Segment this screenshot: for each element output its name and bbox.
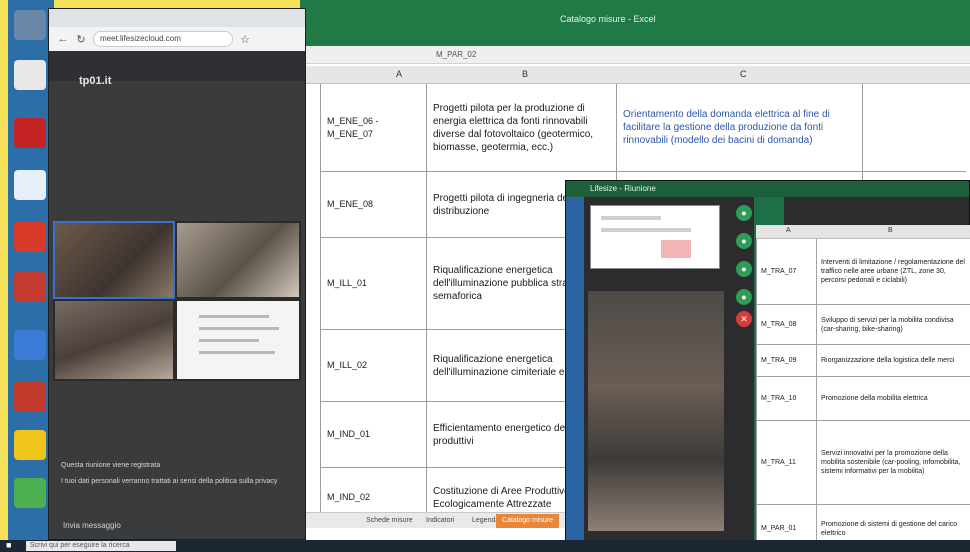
doc-line <box>199 315 269 318</box>
cell-description[interactable]: Servizi innovativi per la promozione del… <box>816 421 970 504</box>
table-row: M_TRA_08 Sviluppo di servizi per la mobi… <box>756 305 970 345</box>
recording-notice: Questa riunione viene registrata I tuoi … <box>61 461 295 487</box>
chrome-icon[interactable] <box>14 430 46 460</box>
excel-ribbon: Catalogo misure - Excel <box>300 0 970 46</box>
acrobat-icon[interactable] <box>14 118 46 148</box>
formula-content: M_PAR_02 <box>436 50 477 59</box>
cell-code[interactable]: M_ENE_08 <box>320 172 426 237</box>
screen: Catalogo misure - Excel M_PAR_02 A B C M… <box>0 0 970 552</box>
document-icon[interactable] <box>14 60 46 90</box>
cell-code[interactable]: M_ILL_02 <box>320 330 426 401</box>
browser-tab-strip <box>49 9 305 27</box>
formula-bar[interactable]: M_PAR_02 <box>300 46 970 64</box>
column-header[interactable]: A <box>396 69 402 79</box>
app-icon[interactable] <box>14 272 46 302</box>
recycle-bin-icon[interactable] <box>14 10 46 40</box>
doc-line <box>601 228 691 232</box>
doc-line <box>199 339 259 342</box>
front-sheet: A B M_TRA_07 Interventi di limitazione /… <box>756 225 970 552</box>
chat-icon[interactable]: ● <box>736 205 752 221</box>
cell-code[interactable]: M_TRA_07 <box>756 239 816 304</box>
taskbar-search-input[interactable]: Scrivi qui per eseguire la ricerca <box>26 541 176 551</box>
doc-line <box>199 351 275 354</box>
meeting-name: tp01.it <box>79 75 112 87</box>
column-header[interactable]: A <box>786 227 791 234</box>
table-row: M_TRA_09 Riorganizzazione della logistic… <box>756 345 970 377</box>
microphone-icon[interactable]: ● <box>736 261 752 277</box>
autocad-icon[interactable] <box>14 222 46 252</box>
highlight-block <box>661 240 691 258</box>
column-header[interactable]: C <box>740 69 747 79</box>
participant-video[interactable] <box>175 221 301 299</box>
recording-notice-title: Questa riunione viene registrata <box>61 462 161 469</box>
window-title: Catalogo misure - Excel <box>560 14 656 24</box>
excel-icon[interactable] <box>14 478 46 508</box>
windows-start-icon[interactable]: ■ <box>6 540 11 550</box>
cell-code[interactable]: M_TRA_10 <box>756 377 816 420</box>
cell-description[interactable]: Promozione della mobilita elettrica <box>816 377 970 420</box>
front-column-headers: A B <box>756 225 970 239</box>
cell-code[interactable]: M_ENE_06 - M_ENE_07 <box>320 84 426 171</box>
shared-screen-tile[interactable] <box>175 299 301 381</box>
refresh-icon[interactable]: ↻ <box>75 33 87 46</box>
table-row: M_TRA_07 Interventi di limitazione / reg… <box>756 239 970 305</box>
cell-description[interactable]: Riorganizzazione della logistica delle m… <box>816 345 970 376</box>
back-icon[interactable]: ← <box>57 33 69 45</box>
cell-code[interactable]: M_IND_01 <box>320 402 426 467</box>
cell-objective[interactable]: Orientamento della domanda elettrica al … <box>616 84 862 171</box>
camera-icon[interactable]: ● <box>736 233 752 249</box>
doc-line <box>199 327 279 330</box>
cell-code[interactable]: M_ILL_01 <box>320 238 426 329</box>
word-icon[interactable] <box>14 330 46 360</box>
star-icon[interactable]: ☆ <box>239 33 251 46</box>
participant-video[interactable] <box>53 299 175 381</box>
windows-taskbar: ■ Scrivi qui per eseguire la ricerca <box>0 540 970 552</box>
cell-code[interactable]: M_TRA_11 <box>756 421 816 504</box>
front-window-title: Lifesize - Riunione <box>590 184 656 193</box>
screen-share-thumbnail[interactable] <box>590 205 720 269</box>
table-row: M_TRA_11 Servizi innovativi per la promo… <box>756 421 970 505</box>
front-taskbar-strip <box>566 197 584 552</box>
share-icon[interactable]: ● <box>736 289 752 305</box>
cell-code[interactable]: M_TRA_08 <box>756 305 816 344</box>
participant-strip[interactable] <box>588 291 724 531</box>
meeting-browser-window: ← ↻ meet.lifesizecloud.com ☆ tp01.it Que… <box>48 8 306 540</box>
cell-description[interactable]: Progetti pilota per la produzione di ene… <box>426 84 616 171</box>
chat-input[interactable]: Invia messaggio <box>63 521 121 530</box>
address-bar-row: ← ↻ meet.lifesizecloud.com ☆ <box>49 27 305 51</box>
cell-empty[interactable] <box>862 84 966 171</box>
column-headers: A B C <box>300 66 970 84</box>
cell-description[interactable]: Interventi di limitazione / regolamentaz… <box>816 239 970 304</box>
sheet-tab-active[interactable]: Catalogo misure <box>496 514 559 528</box>
column-header[interactable]: B <box>888 227 893 234</box>
doc-line <box>601 216 661 220</box>
column-header[interactable]: B <box>522 69 528 79</box>
table-row: M_TRA_10 Promozione della mobilita elett… <box>756 377 970 421</box>
recording-notice-body: I tuoi dati personali verranno trattati … <box>61 478 278 485</box>
folder-icon[interactable] <box>14 170 46 200</box>
url-input[interactable]: meet.lifesizecloud.com <box>93 31 233 47</box>
front-title-bar: Lifesize - Riunione <box>566 181 969 197</box>
table-row: M_ENE_06 - M_ENE_07 Progetti pilota per … <box>320 84 966 172</box>
hang-up-icon[interactable]: ✕ <box>736 311 752 327</box>
powerpoint-icon[interactable] <box>14 382 46 412</box>
sheet-tab[interactable]: Indicatori <box>420 514 460 528</box>
participant-video[interactable] <box>53 221 175 299</box>
sheet-tab[interactable]: Schede misure <box>360 514 419 528</box>
front-meeting-window: Lifesize - Riunione ● ● ● ● ✕ A B M_TRA_… <box>565 180 970 552</box>
cell-description[interactable]: Sviluppo di servizi per la mobilita cond… <box>816 305 970 344</box>
cell-code[interactable]: M_TRA_09 <box>756 345 816 376</box>
